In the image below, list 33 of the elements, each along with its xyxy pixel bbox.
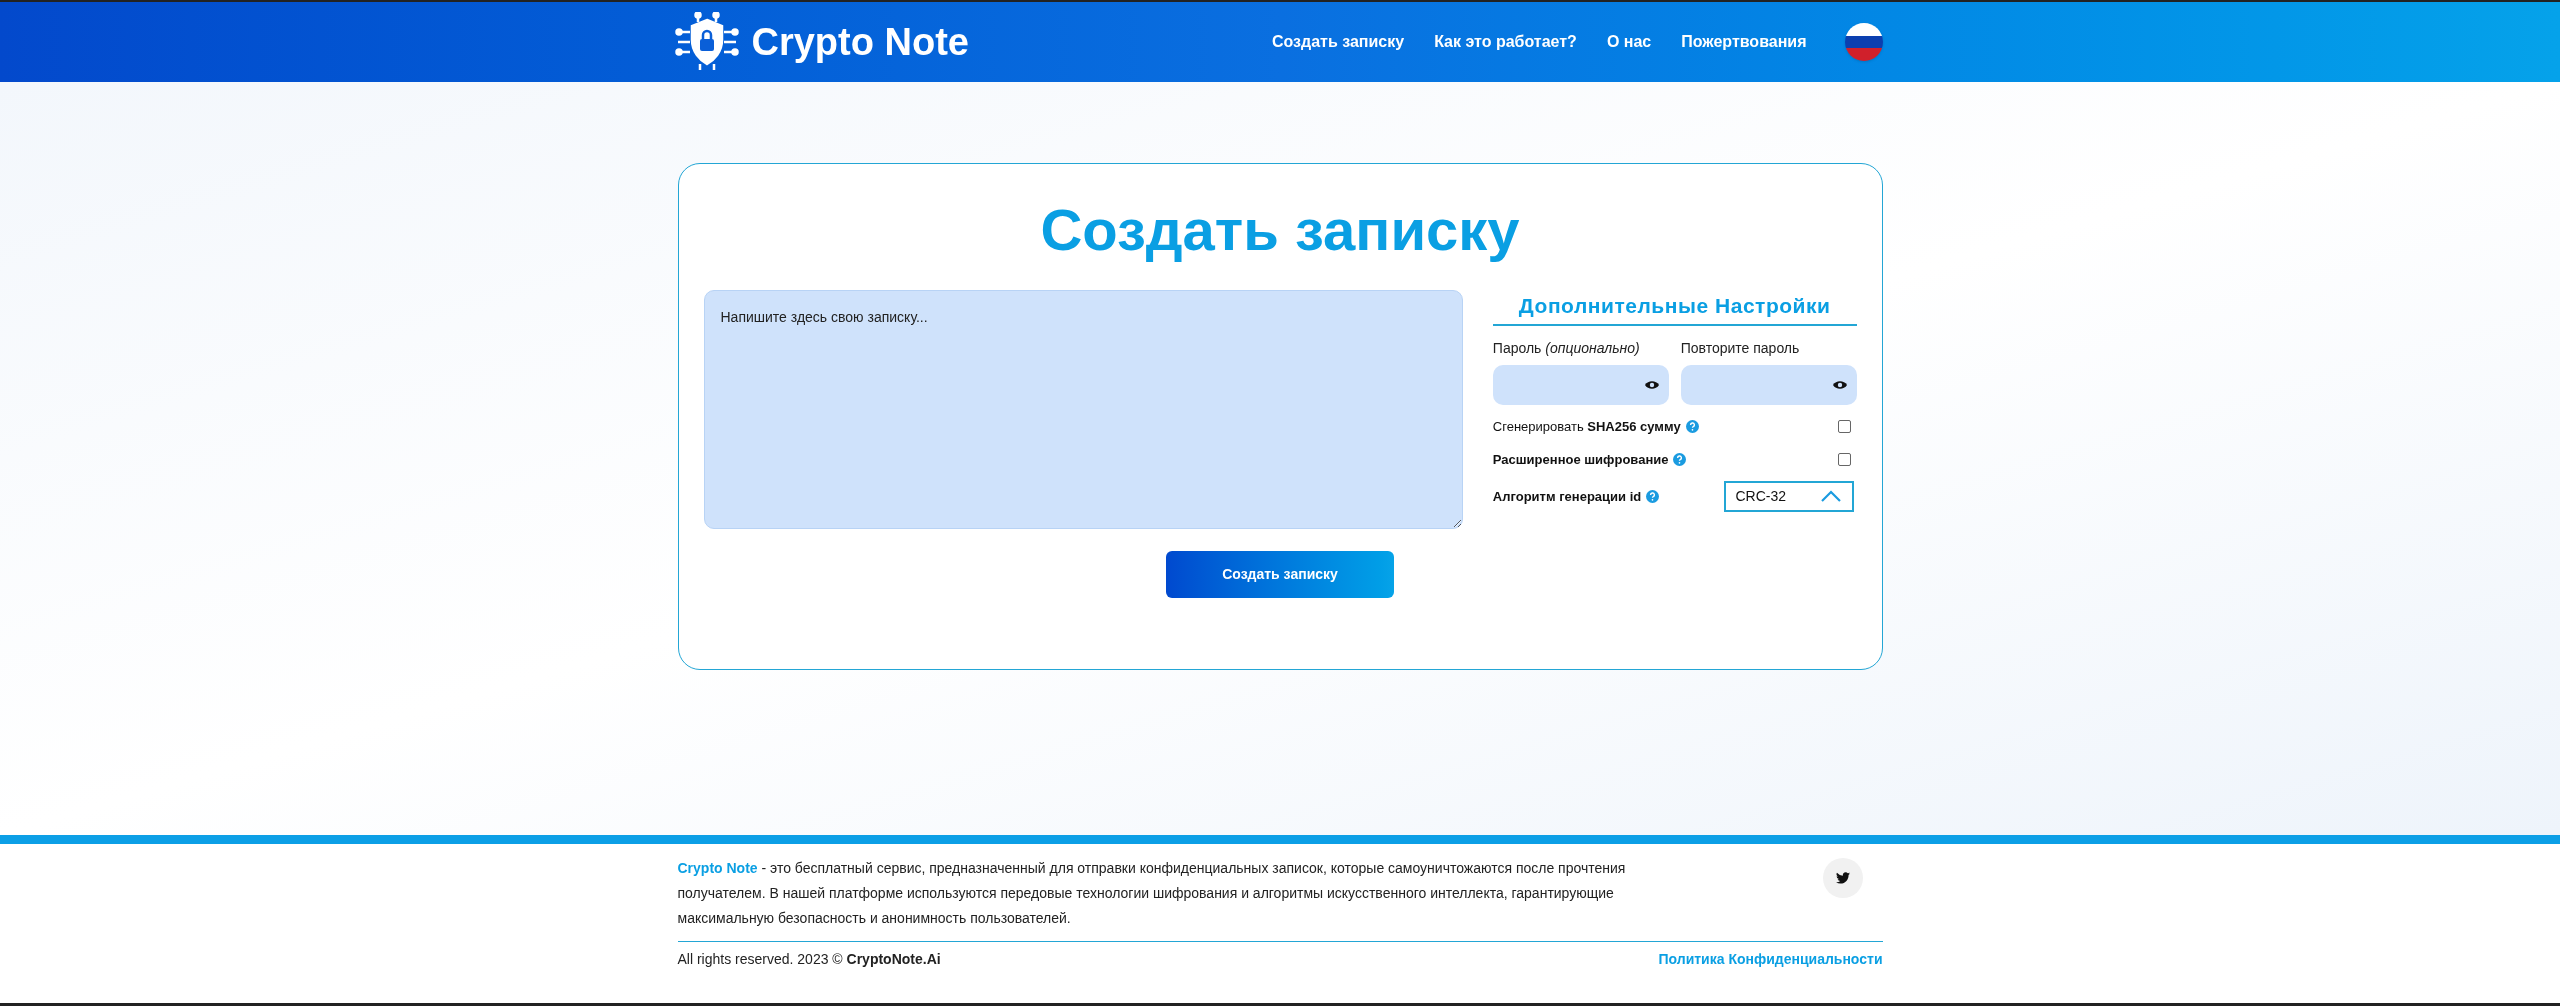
nav-link[interactable]: Создать записку xyxy=(1271,30,1405,54)
help-icon[interactable] xyxy=(1685,420,1699,433)
help-icon[interactable] xyxy=(1646,490,1660,503)
password-label: Пароль (опционально) xyxy=(1492,338,1641,358)
nav-link[interactable]: О нас xyxy=(1606,30,1652,54)
checkbox[interactable] xyxy=(1837,453,1851,466)
eye-icon[interactable] xyxy=(1832,379,1847,390)
copyright-text: All rights reserved. 2023 © CryptoNote.Ai xyxy=(677,950,941,969)
checkbox[interactable] xyxy=(1837,420,1851,433)
password-field[interactable] xyxy=(1492,364,1669,405)
chevron-icon xyxy=(1819,490,1842,503)
russian-flag-icon[interactable] xyxy=(1844,23,1883,61)
brand-link[interactable]: Crypto Note xyxy=(677,860,758,876)
eye-icon[interactable] xyxy=(1644,379,1659,390)
nav-link[interactable]: Пожертвования xyxy=(1681,30,1807,54)
repeat-password-label: Повторите пароль xyxy=(1680,338,1801,358)
option-label: Сгенерировать SHA256 сумму xyxy=(1492,417,1681,436)
shield-lock-icon xyxy=(673,12,740,72)
twitter-button[interactable] xyxy=(1822,858,1863,898)
privacy-policy-link[interactable]: Политика Конфиденциальности xyxy=(1658,949,1883,970)
option-label: Расширенное шифрование xyxy=(1492,450,1669,469)
settings-title: Дополнительные Настройки xyxy=(1492,290,1857,326)
service-description: Crypto Note - это бесплатный сервис, предназначенный для отправки конфиденциальных записок, которые самоуничтожаются после прочтения получателем. В нашей платформе используются передовые технологии шифрования и алгоритмы искусственного интеллекта, гарантирующие максимальную безопасность и анонимность пользователей. xyxy=(677,859,1627,928)
option-label: Алгоритм генерации id xyxy=(1492,487,1642,506)
page-title: Создать записку xyxy=(1040,196,1520,264)
nav-link[interactable]: Как это работает? xyxy=(1434,30,1577,54)
repeat-password-field[interactable] xyxy=(1680,364,1857,405)
bird-icon xyxy=(1835,872,1850,884)
create-note-button[interactable]: Создать записку xyxy=(1166,551,1394,598)
logo-text[interactable]: Crypto Note xyxy=(751,13,969,71)
help-icon[interactable] xyxy=(1673,453,1687,466)
id-algorithm-select[interactable]: CRC-32 xyxy=(1723,481,1854,512)
note-input[interactable]: Напишите здесь свою записку... xyxy=(703,290,1463,529)
